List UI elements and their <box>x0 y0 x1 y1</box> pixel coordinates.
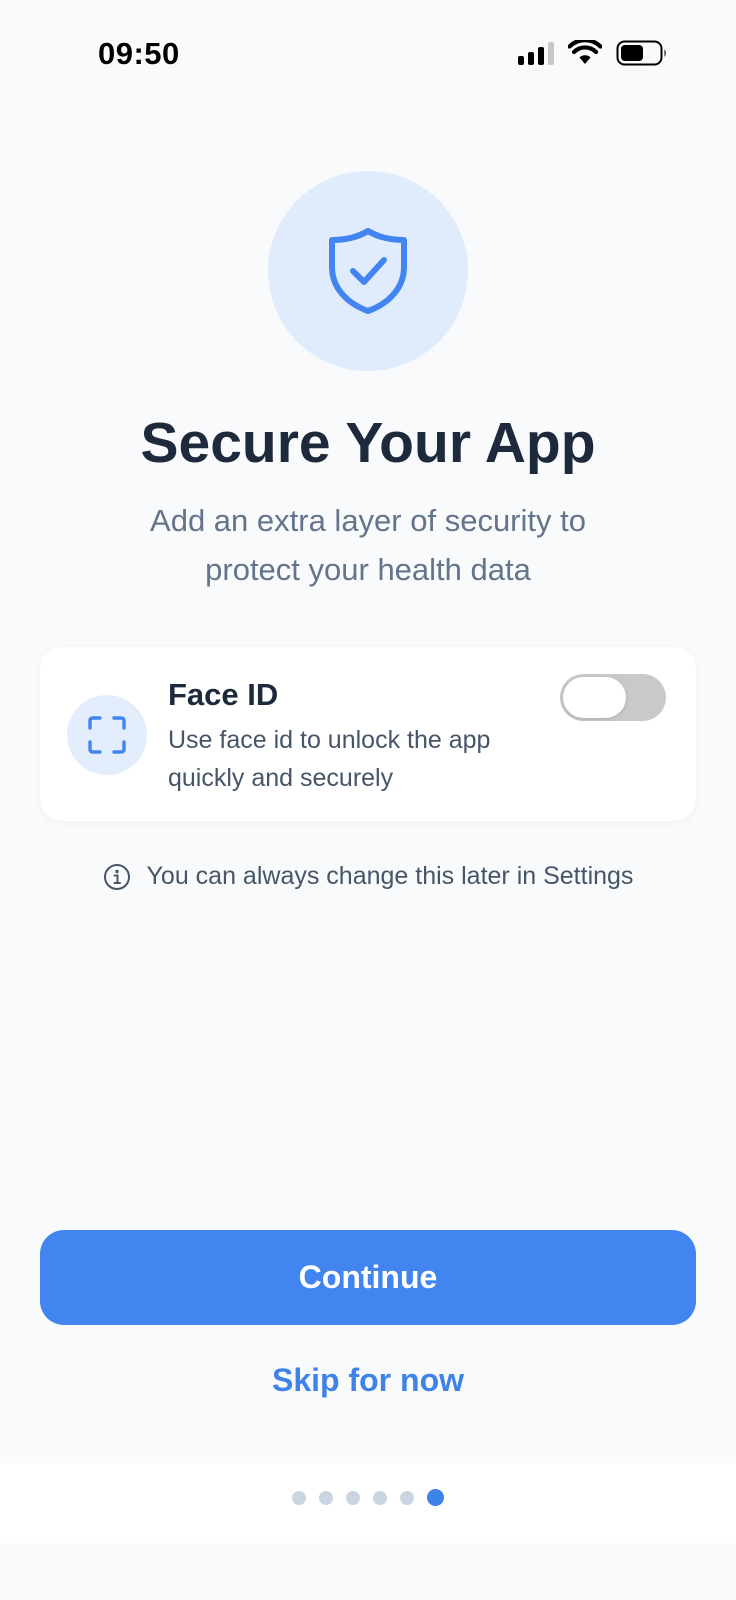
hero-icon-circle <box>268 171 468 371</box>
signal-icon <box>518 41 554 65</box>
shield-check-icon <box>329 228 407 314</box>
info-icon <box>103 863 130 890</box>
page-subtitle: Add an extra layer of security to protec… <box>150 503 586 587</box>
continue-button[interactable]: Continue <box>40 1230 696 1325</box>
info-note: You can always change this later in Sett… <box>0 862 736 891</box>
face-id-toggle[interactable] <box>560 674 666 721</box>
face-id-icon <box>88 716 126 754</box>
page-dot-3 <box>346 1490 360 1505</box>
face-id-description: Use face id to unlock the app quickly an… <box>168 726 491 792</box>
skip-for-now-link[interactable]: Skip for now <box>0 1362 736 1399</box>
page-title: Secure Your App <box>140 411 596 475</box>
security-setup-screen: 09:50 Secure Your App Add an extra layer… <box>0 0 736 1600</box>
wifi-icon <box>568 40 602 64</box>
face-id-card: Face ID Use face id to unlock the app qu… <box>40 647 696 821</box>
status-time: 09:50 <box>98 36 180 71</box>
status-bar: 09:50 <box>0 0 736 110</box>
face-id-title: Face ID <box>168 677 279 712</box>
pager-area <box>0 1463 736 1543</box>
status-icons <box>518 40 668 66</box>
page-dot-6-active <box>427 1489 444 1506</box>
battery-icon <box>616 40 666 66</box>
page-dot-2 <box>319 1490 333 1505</box>
info-text: You can always change this later in Sett… <box>146 862 634 890</box>
page-dot-1 <box>292 1490 306 1505</box>
face-id-icon-circle <box>67 695 147 775</box>
page-dot-4 <box>373 1490 387 1505</box>
toggle-knob <box>563 677 626 718</box>
page-dot-5 <box>400 1490 414 1505</box>
page-indicator <box>0 1489 736 1506</box>
